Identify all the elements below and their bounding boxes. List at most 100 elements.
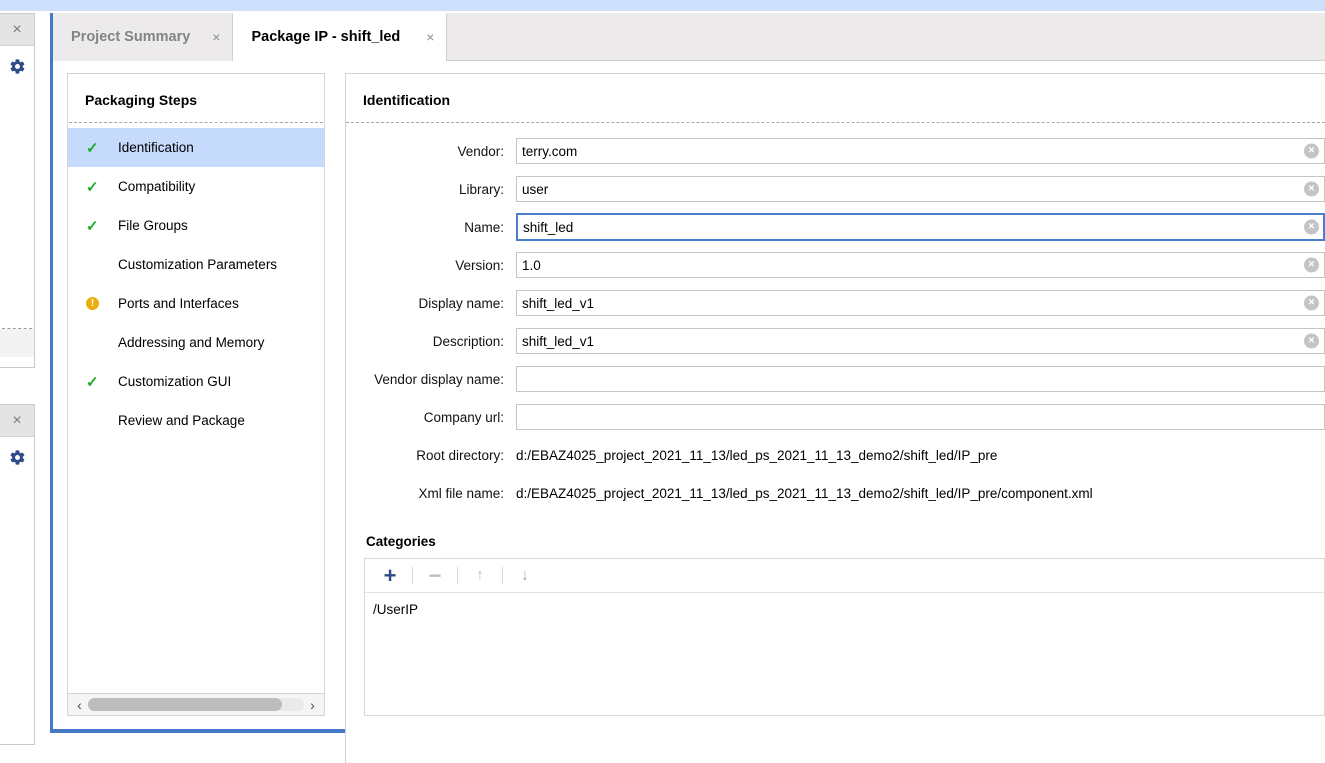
list-item[interactable]: /UserIP — [373, 600, 1324, 620]
sidebar-item-review-and-package[interactable]: Review and Package — [68, 401, 324, 440]
xml-file-name-value: d:/EBAZ4025_project_2021_11_13/led_ps_20… — [516, 485, 1093, 501]
categories-list: /UserIP — [365, 593, 1324, 715]
root-directory-value: d:/EBAZ4025_project_2021_11_13/led_ps_20… — [516, 447, 998, 463]
toolbar-divider — [502, 567, 503, 584]
identification-panel: Identification Vendor: × Library: × — [345, 73, 1325, 763]
version-input[interactable] — [516, 252, 1325, 278]
field-wrap — [516, 366, 1325, 392]
status-icon-wrap: ✓ — [86, 178, 118, 196]
display-name-input[interactable] — [516, 290, 1325, 316]
check-icon: ✓ — [86, 139, 99, 157]
status-icon-wrap: ✓ — [86, 217, 118, 235]
clear-icon[interactable]: × — [1304, 295, 1319, 311]
add-category-button[interactable]: + — [377, 564, 403, 588]
field-label: Version: — [455, 257, 504, 273]
field-label: Vendor display name: — [374, 371, 504, 387]
form-row-vendor: Vendor: × — [346, 132, 1325, 170]
warning-icon: ! — [86, 297, 99, 310]
clear-icon[interactable]: × — [1304, 257, 1319, 273]
gear-icon[interactable] — [0, 437, 34, 477]
field-label: Xml file name: — [418, 485, 504, 501]
dock-panel-body — [0, 86, 34, 328]
form-row-company-url: Company url: — [346, 398, 1325, 436]
field-wrap: × — [516, 290, 1325, 316]
tab-bar: Project Summary × Package IP - shift_led… — [53, 13, 1325, 61]
vendor-input[interactable] — [516, 138, 1325, 164]
scrollbar-track[interactable] — [88, 698, 304, 711]
close-icon[interactable]: × — [426, 30, 434, 44]
sidebar-item-label: Customization GUI — [118, 374, 232, 389]
sidebar-item-customization-parameters[interactable]: Customization Parameters — [68, 245, 324, 284]
sidebar-item-customization-gui[interactable]: ✓ Customization GUI — [68, 362, 324, 401]
tab-package-ip[interactable]: Package IP - shift_led × — [232, 13, 448, 61]
remove-category-button[interactable]: − — [422, 564, 448, 588]
gear-icon[interactable] — [0, 46, 34, 86]
status-icon-wrap: ✓ — [86, 139, 118, 157]
name-input[interactable] — [516, 213, 1325, 241]
tab-label: Project Summary — [71, 29, 191, 45]
form-row-description: Description: × — [346, 322, 1325, 360]
move-down-icon[interactable]: ↓ — [512, 564, 538, 588]
sidebar-item-label: Review and Package — [118, 413, 245, 428]
form-row-vendor-display-name: Vendor display name: — [346, 360, 1325, 398]
field-wrap — [516, 404, 1325, 430]
tab-project-summary[interactable]: Project Summary × — [53, 13, 233, 61]
left-dock-panel-top: × — [0, 13, 35, 368]
field-wrap: × — [516, 213, 1325, 241]
scroll-left-icon[interactable]: ‹ — [71, 698, 88, 712]
categories-toolbar: + − ↑ ↓ — [365, 559, 1324, 593]
categories-title: Categories — [366, 534, 436, 549]
sidebar-item-ports-and-interfaces[interactable]: ! Ports and Interfaces — [68, 284, 324, 323]
sidebar-item-file-groups[interactable]: ✓ File Groups — [68, 206, 324, 245]
sidebar-horizontal-scrollbar[interactable]: ‹ › — [68, 693, 324, 715]
clear-icon[interactable]: × — [1304, 333, 1319, 349]
packaging-steps-title: Packaging Steps — [85, 92, 198, 108]
company-url-input[interactable] — [516, 404, 1325, 430]
form-row-display-name: Display name: × — [346, 284, 1325, 322]
sidebar-item-label: Compatibility — [118, 179, 196, 194]
field-wrap: × — [516, 252, 1325, 278]
form-row-xml-file-name: Xml file name: d:/EBAZ4025_project_2021_… — [346, 474, 1325, 512]
vendor-display-name-input[interactable] — [516, 366, 1325, 392]
library-input[interactable] — [516, 176, 1325, 202]
scroll-right-icon[interactable]: › — [304, 698, 321, 712]
field-wrap: × — [516, 328, 1325, 354]
sidebar-item-label: Customization Parameters — [118, 257, 278, 272]
close-icon[interactable]: × — [0, 14, 34, 46]
close-icon[interactable]: × — [212, 30, 220, 44]
close-icon[interactable]: × — [0, 405, 34, 437]
field-label: Root directory: — [416, 447, 504, 463]
field-label: Vendor: — [457, 143, 504, 159]
dock-panel-body — [0, 477, 34, 737]
left-dock-panel-bottom: × — [0, 404, 35, 745]
top-accent-strip — [0, 0, 1325, 11]
categories-box: + − ↑ ↓ /UserIP — [364, 558, 1325, 716]
check-icon: ✓ — [86, 178, 99, 196]
status-icon-wrap: ! — [86, 297, 118, 310]
form-row-version: Version: × — [346, 246, 1325, 284]
identification-form: Vendor: × Library: × Name: — [346, 123, 1325, 512]
sidebar-item-compatibility[interactable]: ✓ Compatibility — [68, 167, 324, 206]
tab-label: Package IP - shift_led — [251, 29, 401, 45]
toolbar-divider — [457, 567, 458, 584]
sidebar-item-label: Addressing and Memory — [118, 335, 265, 350]
clear-icon[interactable]: × — [1304, 143, 1319, 159]
description-input[interactable] — [516, 328, 1325, 354]
categories-section: Categories + − ↑ ↓ /UserIP — [346, 534, 1325, 716]
scrollbar-thumb[interactable] — [88, 698, 283, 711]
sidebar-item-addressing-and-memory[interactable]: Addressing and Memory — [68, 323, 324, 362]
packaging-steps-list: ✓ Identification ✓ Compatibility ✓ File … — [68, 123, 324, 693]
page-title: Identification — [363, 92, 451, 108]
clear-icon[interactable]: × — [1304, 219, 1319, 235]
field-label: Description: — [432, 333, 504, 349]
clear-icon[interactable]: × — [1304, 181, 1319, 197]
status-icon-wrap: ✓ — [86, 373, 118, 391]
toolbar-divider — [412, 567, 413, 584]
field-label: Company url: — [423, 409, 504, 425]
form-row-root-directory: Root directory: d:/EBAZ4025_project_2021… — [346, 436, 1325, 474]
field-label: Name: — [464, 219, 504, 235]
move-up-icon[interactable]: ↑ — [467, 564, 493, 588]
sidebar-item-identification[interactable]: ✓ Identification — [68, 128, 324, 167]
sidebar-item-label: Ports and Interfaces — [118, 296, 239, 311]
form-row-name: Name: × — [346, 208, 1325, 246]
